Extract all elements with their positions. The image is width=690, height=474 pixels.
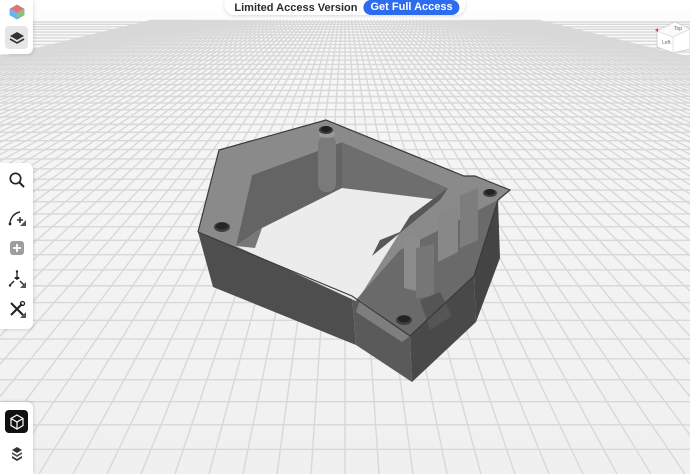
model-view-icon[interactable]	[5, 410, 28, 433]
bottom-left-panel	[0, 402, 33, 474]
limited-access-label: Limited Access Version	[234, 1, 358, 14]
explode-icon[interactable]	[5, 267, 28, 290]
left-toolbar	[0, 163, 33, 329]
cube-face-top: Top	[674, 26, 682, 32]
cube-face-left: Left	[662, 40, 671, 46]
add-icon[interactable]	[5, 236, 28, 259]
layers-icon[interactable]	[5, 26, 28, 49]
section-stack-icon[interactable]	[5, 442, 28, 465]
tools-icon[interactable]	[5, 297, 28, 320]
top-left-panel	[0, 0, 33, 54]
caret-icon	[20, 220, 26, 226]
caret-icon	[20, 282, 26, 288]
caret-icon	[20, 312, 26, 318]
access-banner: Limited Access Version Get Full Access	[224, 0, 466, 15]
view-cube-icon[interactable]: Top Left	[653, 17, 690, 53]
search-icon[interactable]	[5, 168, 28, 191]
measure-arc-icon[interactable]	[5, 205, 28, 228]
3d-viewport[interactable]	[0, 0, 690, 474]
viewer-logo-icon[interactable]	[5, 0, 28, 23]
get-full-access-button[interactable]: Get Full Access	[363, 0, 460, 15]
